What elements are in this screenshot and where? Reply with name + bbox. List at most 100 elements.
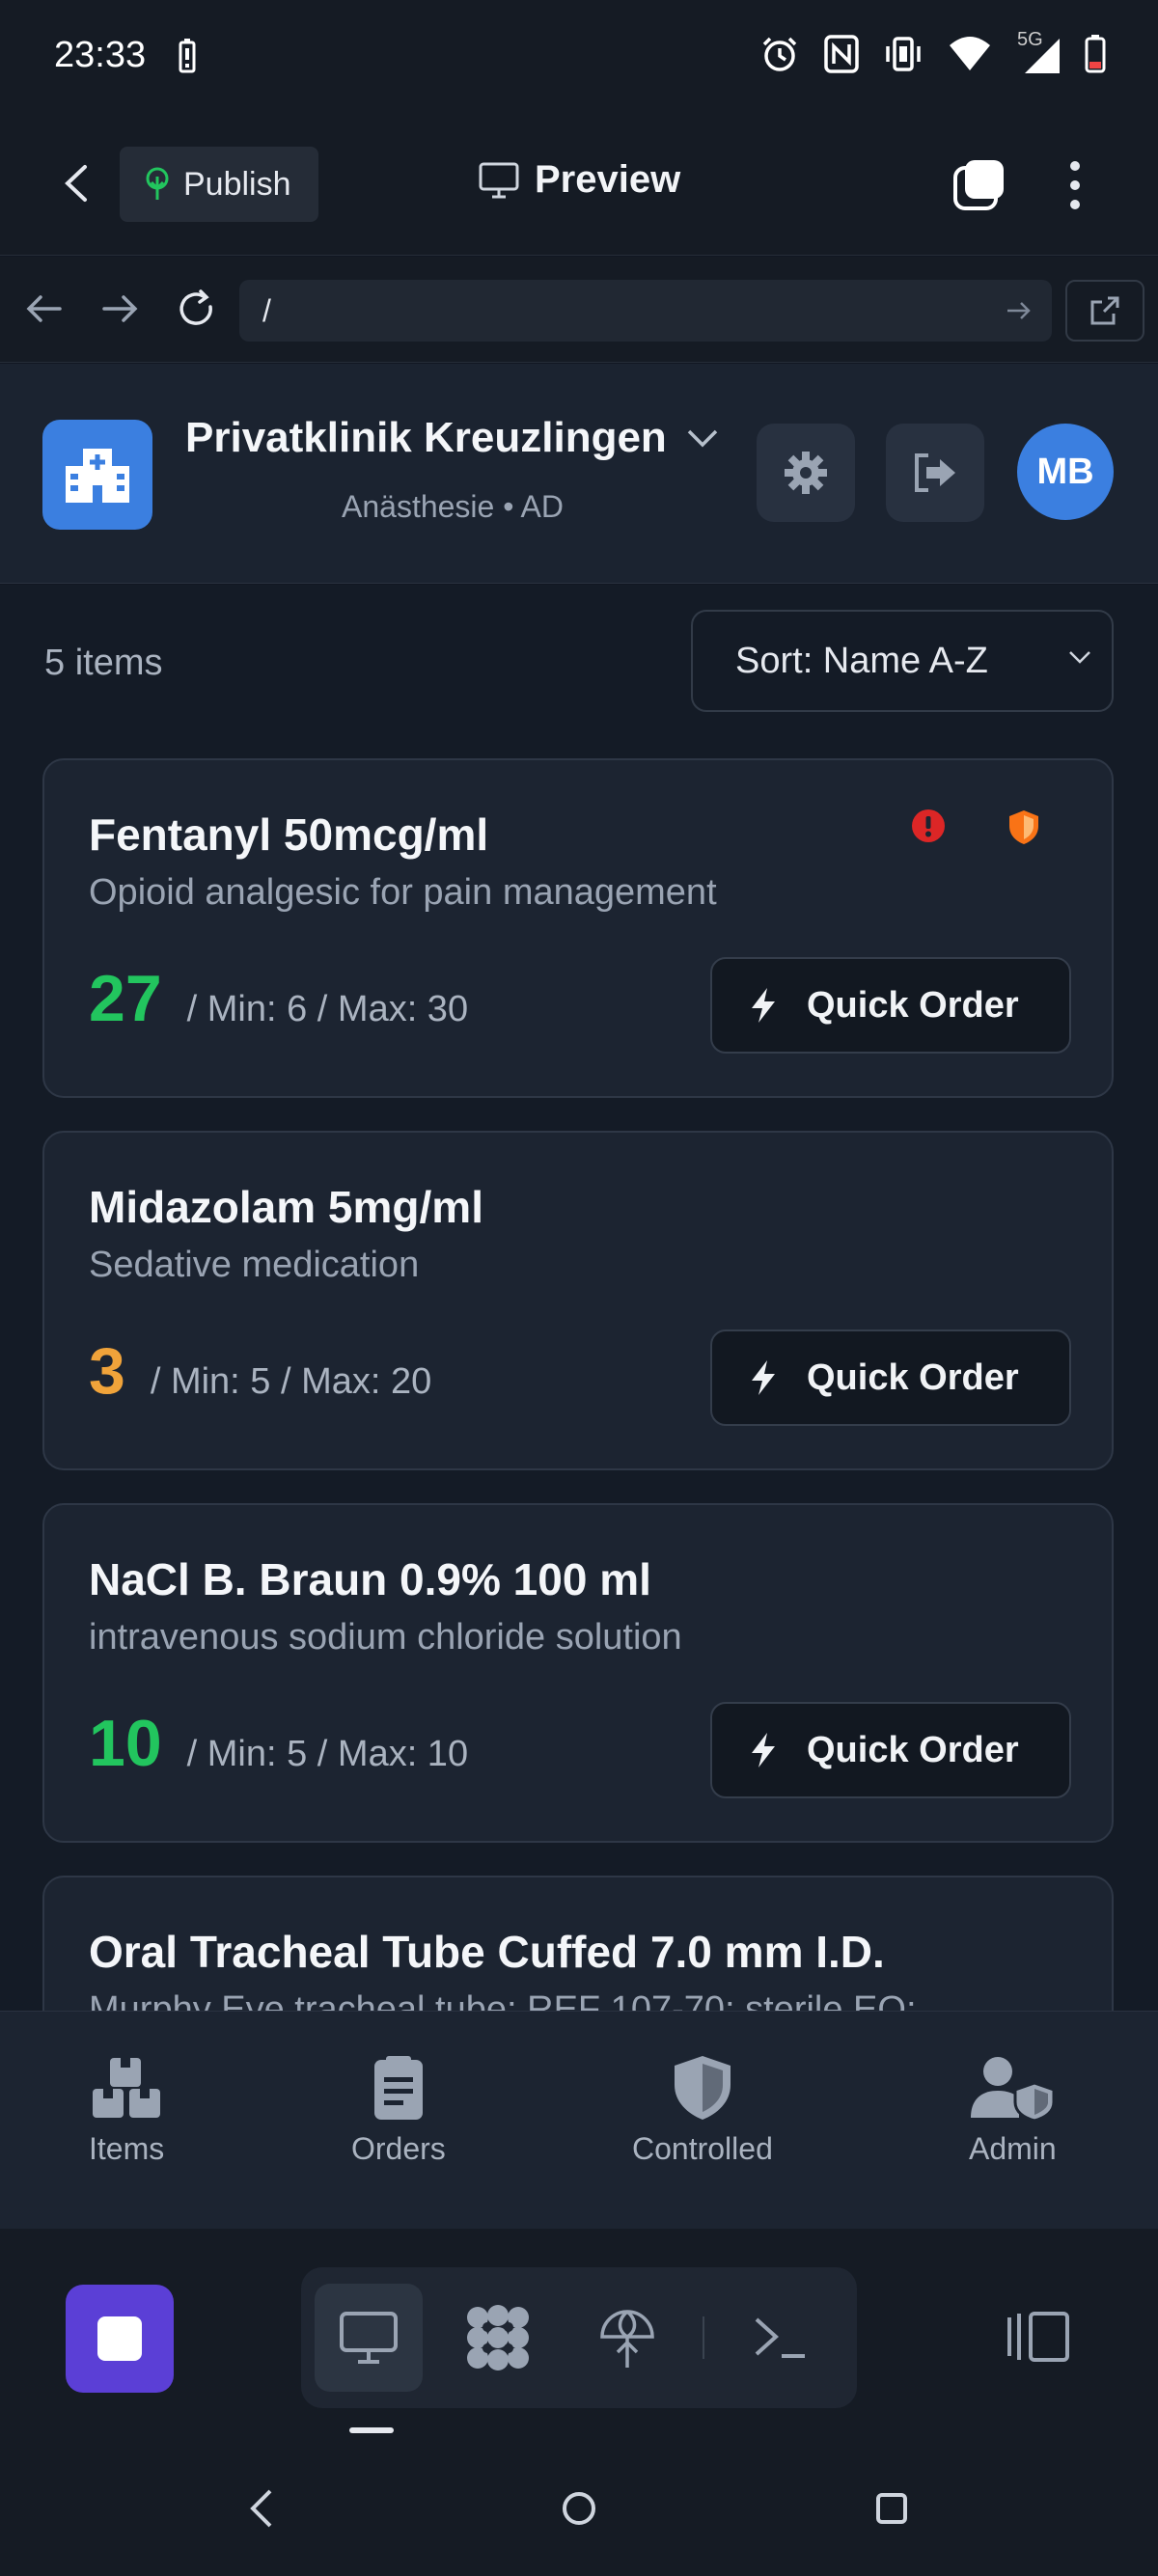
terminal-icon bbox=[755, 2317, 805, 2358]
alert-icon bbox=[912, 809, 945, 842]
nav-orders-label: Orders bbox=[351, 2131, 446, 2166]
shield-icon bbox=[674, 2056, 731, 2120]
open-external-button[interactable] bbox=[1065, 280, 1144, 342]
quick-order-label: Quick Order bbox=[807, 1357, 1019, 1398]
item-description: Murphy Eye tracheal tube; REF 107-70; st… bbox=[89, 1989, 917, 2011]
item-description: Opioid analgesic for pain management bbox=[89, 872, 717, 913]
item-card[interactable]: NaCl B. Braun 0.9% 100 ml intravenous so… bbox=[42, 1503, 1114, 1843]
stock-limits: / Min: 5 / Max: 10 bbox=[186, 1734, 469, 1774]
quick-order-button[interactable]: Quick Order bbox=[710, 957, 1071, 1054]
stock-value: 27 bbox=[89, 962, 162, 1035]
avatar[interactable]: MB bbox=[1017, 424, 1114, 520]
publish-tree-icon bbox=[146, 167, 169, 200]
nav-admin[interactable]: Admin bbox=[969, 2054, 1057, 2167]
active-tool-indicator bbox=[349, 2427, 394, 2433]
stop-icon bbox=[97, 2316, 142, 2361]
bolt-icon bbox=[752, 1360, 775, 1395]
reload-icon[interactable] bbox=[176, 288, 218, 330]
stock-value: 3 bbox=[89, 1334, 125, 1408]
chevron-down-icon bbox=[1069, 651, 1090, 664]
stop-button[interactable] bbox=[66, 2285, 174, 2393]
clinic-selector[interactable]: Privatklinik Kreuzlingen bbox=[185, 414, 719, 462]
stock-value: 10 bbox=[89, 1707, 162, 1780]
quick-order-button[interactable]: Quick Order bbox=[710, 1329, 1071, 1426]
external-link-icon bbox=[1090, 296, 1119, 325]
back-icon[interactable] bbox=[54, 159, 102, 207]
clinic-header: Privatklinik Kreuzlingen Anästhesie • AD… bbox=[0, 364, 1158, 584]
go-arrow-icon[interactable] bbox=[1006, 297, 1033, 324]
nav-back-icon[interactable] bbox=[23, 288, 66, 330]
item-list-view: 5 items Sort: Name A-Z Fentanyl 50mcg/ml… bbox=[0, 585, 1158, 2011]
publish-button[interactable]: Publish bbox=[120, 147, 318, 222]
nav-admin-label: Admin bbox=[969, 2131, 1057, 2166]
bottom-nav: Items Orders Controlled Admin bbox=[0, 2011, 1158, 2229]
item-name: Midazolam 5mg/ml bbox=[89, 1182, 483, 1232]
ide-toolbar bbox=[0, 2229, 1158, 2451]
deploy-icon bbox=[600, 2310, 654, 2368]
gear-icon bbox=[785, 452, 827, 494]
publish-label: Publish bbox=[183, 165, 291, 203]
agent-icon bbox=[467, 2305, 529, 2370]
item-card[interactable]: Fentanyl 50mcg/ml Opioid analgesic for p… bbox=[42, 758, 1114, 1098]
controlled-shield-icon bbox=[1009, 810, 1038, 844]
status-time: 23:33 bbox=[54, 35, 147, 75]
app-bar: Publish Preview bbox=[0, 116, 1158, 256]
item-description: Sedative medication bbox=[89, 1245, 420, 1285]
item-name: Oral Tracheal Tube Cuffed 7.0 mm I.D. bbox=[89, 1927, 885, 1977]
nav-controlled-label: Controlled bbox=[632, 2131, 773, 2166]
clipboard-icon bbox=[373, 2056, 423, 2120]
tool-separator bbox=[703, 2316, 704, 2359]
clinic-unit: Anästhesie • AD bbox=[342, 489, 564, 524]
url-text: / bbox=[262, 293, 271, 328]
logout-button[interactable] bbox=[886, 424, 984, 522]
tool-shell[interactable] bbox=[726, 2284, 834, 2392]
stock-limits: / Min: 6 / Max: 30 bbox=[186, 989, 469, 1029]
hospital-logo-icon bbox=[42, 420, 152, 530]
monitor-icon bbox=[479, 162, 519, 198]
tool-preview[interactable] bbox=[315, 2284, 423, 2392]
stock-row: 3 / Min: 5 / Max: 20 bbox=[89, 1333, 431, 1409]
tool-agent[interactable] bbox=[444, 2284, 552, 2392]
panel-toggle-icon[interactable] bbox=[1004, 2310, 1071, 2364]
nav-orders[interactable]: Orders bbox=[351, 2054, 446, 2167]
system-back-icon[interactable] bbox=[247, 2487, 276, 2530]
item-name: Fentanyl 50mcg/ml bbox=[89, 809, 489, 860]
system-home-icon[interactable] bbox=[560, 2487, 598, 2530]
nav-items-label: Items bbox=[89, 2131, 165, 2166]
quick-order-button[interactable]: Quick Order bbox=[710, 1702, 1071, 1798]
user-shield-icon bbox=[971, 2057, 1056, 2122]
stock-row: 27 / Min: 6 / Max: 30 bbox=[89, 961, 468, 1036]
item-name: NaCl B. Braun 0.9% 100 ml bbox=[89, 1554, 651, 1604]
more-vertical-icon[interactable] bbox=[1060, 158, 1090, 212]
battery-saver-icon bbox=[179, 39, 196, 73]
stock-limits: / Min: 5 / Max: 20 bbox=[150, 1361, 432, 1402]
tool-group bbox=[301, 2267, 857, 2408]
bolt-icon bbox=[752, 1733, 775, 1768]
clinic-name: Privatklinik Kreuzlingen bbox=[185, 414, 667, 461]
stock-row: 10 / Min: 5 / Max: 10 bbox=[89, 1706, 468, 1781]
preview-toggle[interactable]: Preview bbox=[479, 158, 680, 202]
url-input[interactable]: / bbox=[239, 280, 1052, 342]
tool-deploy[interactable] bbox=[573, 2284, 681, 2392]
sort-select[interactable]: Sort: Name A-Z bbox=[691, 610, 1114, 712]
system-nav-bar bbox=[0, 2451, 1158, 2576]
nav-items[interactable]: Items bbox=[89, 2054, 164, 2167]
system-recents-icon[interactable] bbox=[872, 2487, 911, 2530]
settings-button[interactable] bbox=[757, 424, 855, 522]
url-bar: / bbox=[0, 257, 1158, 363]
chevron-down-icon bbox=[687, 429, 718, 448]
item-card[interactable]: Oral Tracheal Tube Cuffed 7.0 mm I.D. Mu… bbox=[42, 1876, 1114, 2011]
battery-icon bbox=[1085, 35, 1106, 73]
nav-forward-icon[interactable] bbox=[98, 288, 141, 330]
bolt-icon bbox=[752, 988, 775, 1023]
sort-label: Sort: Name A-Z bbox=[735, 640, 988, 681]
nav-controlled[interactable]: Controlled bbox=[632, 2054, 773, 2167]
vibrate-icon bbox=[886, 37, 921, 71]
tabs-icon[interactable] bbox=[951, 158, 1006, 212]
alarm-icon bbox=[762, 37, 797, 71]
preview-label: Preview bbox=[535, 158, 681, 201]
cellular-5g-icon: 5G bbox=[1017, 29, 1060, 73]
status-bar: 23:33 5G bbox=[0, 0, 1158, 116]
item-card[interactable]: Midazolam 5mg/ml Sedative medication 3 /… bbox=[42, 1131, 1114, 1470]
quick-order-label: Quick Order bbox=[807, 1729, 1019, 1770]
